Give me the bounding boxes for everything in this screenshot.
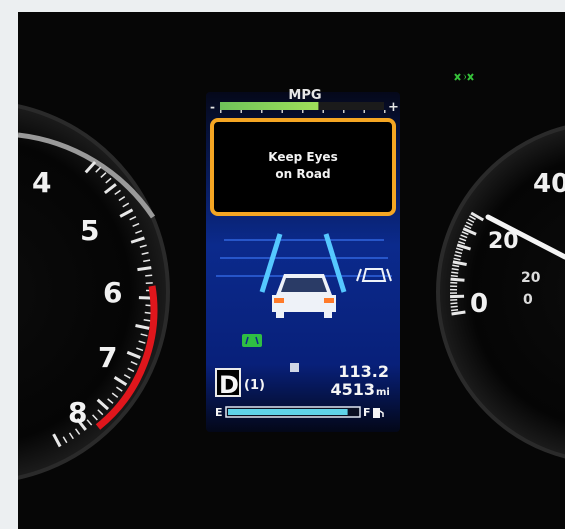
tach-number-8: 8 (68, 396, 87, 429)
instrument-cluster-photo: 4 5 6 7 8 40 20 0 20 0 MPG - + Keep Eyes… (18, 12, 565, 529)
odometer-icon (290, 363, 299, 372)
gear-sub-indicator: (1) (244, 378, 265, 393)
tach-number-4: 4 (32, 166, 51, 199)
mpg-tick (343, 110, 345, 113)
mpg-tick (384, 110, 386, 113)
speed-tick (451, 271, 459, 274)
speed-tick (450, 305, 458, 308)
trip-meter: 113.2 (338, 362, 389, 381)
speed-subscale-20: 20 (521, 270, 541, 286)
warning-line-1: Keep Eyes (268, 150, 337, 164)
fuel-empty-label: E (215, 406, 223, 419)
mpg-tick (302, 110, 304, 113)
speedometer: 40 20 0 20 0 (436, 125, 565, 459)
speed-tick (450, 302, 458, 305)
mpg-tick (240, 110, 242, 113)
odometer-value: 4513 (330, 380, 375, 399)
mpg-tick (363, 110, 365, 113)
fuel-full-label: F (363, 406, 371, 419)
speed-tick (451, 310, 466, 316)
headlight-icon (454, 73, 474, 81)
tach-tick (145, 274, 153, 277)
speed-number-40: 40 (533, 169, 565, 199)
speed-tick (451, 267, 459, 271)
mpg-label: MPG (288, 88, 321, 103)
car-icon (272, 274, 336, 318)
center-display: MPG - + Keep Eyes on Road D (1) 113.2 45… (206, 88, 400, 432)
gear-indicator: D (219, 371, 239, 399)
mpg-bar-fill (220, 102, 319, 110)
mpg-tick (281, 110, 283, 113)
tachometer: 4 5 6 7 8 (18, 104, 170, 480)
mpg-tick (322, 110, 324, 113)
speed-subscale-0: 0 (523, 292, 533, 308)
tach-number-6: 6 (103, 276, 122, 309)
speed-number-0: 0 (470, 289, 488, 319)
speed-tick (450, 277, 465, 282)
mpg-tick (220, 110, 222, 113)
cluster-svg: 4 5 6 7 8 40 20 0 20 0 MPG - + Keep Eyes… (18, 73, 565, 480)
tach-number-7: 7 (98, 341, 117, 374)
tach-number-5: 5 (80, 214, 99, 247)
speed-tick (450, 274, 458, 278)
tach-tick (137, 266, 152, 272)
lane-keep-icon (242, 334, 262, 347)
mpg-minus: - (210, 100, 215, 114)
fuel-bar-fill (228, 409, 348, 415)
mpg-tick (261, 110, 263, 113)
mpg-plus: + (388, 100, 399, 115)
speed-tick (451, 308, 459, 312)
warning-line-2: on Road (275, 167, 330, 181)
odometer-unit: mi (376, 387, 390, 398)
